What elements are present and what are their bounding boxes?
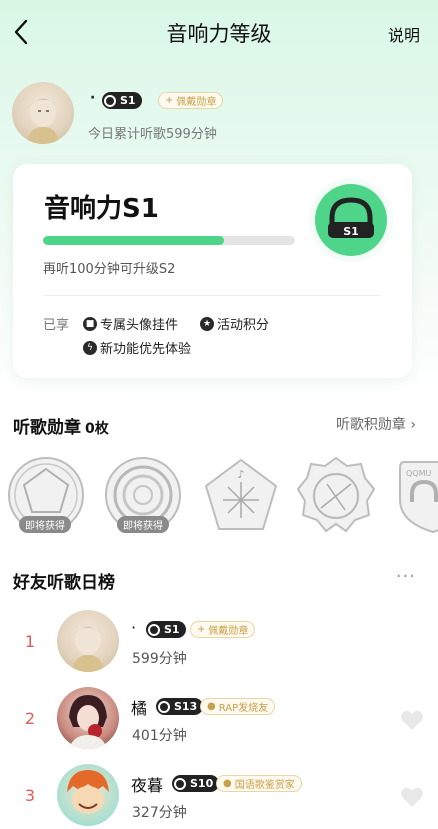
wear-medal-tag[interactable]: + 佩戴勋章 bbox=[190, 621, 256, 638]
friend-name: 橘 bbox=[131, 699, 148, 718]
divider bbox=[43, 295, 381, 296]
avatar[interactable] bbox=[12, 82, 74, 144]
level-badge: S1 bbox=[146, 621, 186, 638]
header: 音响力等级 说明 bbox=[0, 0, 438, 64]
perk-activity-points[interactable]: ★ 活动积分 bbox=[200, 314, 269, 333]
level-emblem: S1 bbox=[309, 178, 393, 262]
perk-avatar-pendant[interactable]: ■ 专属头像挂件 bbox=[83, 314, 178, 333]
more-button[interactable]: ··· bbox=[396, 566, 416, 587]
medal-compass[interactable] bbox=[296, 456, 376, 534]
medal-qqmusic-partial[interactable]: QQMU bbox=[394, 456, 438, 534]
friend-name: · bbox=[131, 618, 137, 637]
avatar[interactable] bbox=[57, 764, 119, 826]
mandarin-medal-tag: ● 国语歌鉴赏家 bbox=[216, 775, 302, 792]
avatar-image bbox=[67, 770, 109, 814]
upgrade-hint: 再听100分钟可升级S2 bbox=[43, 262, 176, 277]
medal-count: 0枚 bbox=[85, 421, 109, 437]
emblem-label: S1 bbox=[343, 225, 359, 238]
rank-number: 2 bbox=[24, 709, 36, 728]
level-title: 音响力S1 bbox=[44, 194, 159, 224]
user-name: · bbox=[90, 90, 96, 106]
level-badge: S10 bbox=[172, 775, 220, 792]
wear-medal-tag[interactable]: + 佩戴勋章 bbox=[158, 92, 224, 109]
friend-name: 夜暮 bbox=[131, 776, 164, 795]
heart-icon[interactable] bbox=[400, 786, 424, 808]
medal-logo-text: QQMU bbox=[406, 469, 431, 478]
help-link[interactable]: 说明 bbox=[388, 22, 420, 46]
friends-rank-title: 好友听歌日榜 bbox=[13, 573, 115, 593]
avatar[interactable] bbox=[57, 687, 119, 749]
level-badge: S1 bbox=[102, 92, 142, 109]
heart-icon[interactable] bbox=[400, 709, 424, 731]
star-icon: ★ bbox=[200, 316, 214, 331]
level-progress-fill bbox=[43, 236, 225, 245]
listen-time: 401分钟 bbox=[132, 728, 187, 744]
rank-number: 3 bbox=[24, 786, 36, 805]
medal-pentagon[interactable]: ♪ bbox=[202, 456, 280, 534]
listen-time: 599分钟 bbox=[132, 651, 187, 667]
user-info: · S1 + 佩戴勋章 今日累计听歌599分钟 bbox=[12, 82, 432, 146]
perk-early-access[interactable]: ϟ 新功能优先体验 bbox=[83, 338, 191, 357]
avatar-image bbox=[69, 695, 107, 749]
rank-row[interactable]: 1 · S1 + 佩戴勋章 599分钟 bbox=[0, 610, 438, 680]
medal-soon-tag: 即将获得 bbox=[117, 516, 169, 533]
level-badge: S13 bbox=[156, 698, 204, 715]
today-listen-time: 今日累计听歌599分钟 bbox=[88, 127, 217, 142]
avatar-image bbox=[71, 625, 105, 672]
listen-time: 327分钟 bbox=[132, 805, 187, 821]
rank-row[interactable]: 3 夜暮 S10 ● 国语歌鉴赏家 327分钟 bbox=[0, 764, 438, 829]
avatar-image bbox=[26, 97, 60, 144]
bolt-icon: ϟ bbox=[83, 340, 97, 355]
perks-label: 已享 bbox=[43, 318, 70, 333]
level-card: 音响力S1 再听100分钟可升级S2 S1 已享 ■ 专属头像挂件 ★ 活动积分 ϟ… bbox=[13, 164, 412, 378]
pendant-icon: ■ bbox=[83, 316, 97, 331]
rank-row[interactable]: 2 橘 S13 ● RAP发烧友 401分钟 bbox=[0, 687, 438, 757]
page-title: 音响力等级 bbox=[166, 22, 272, 46]
rank-number: 1 bbox=[24, 632, 36, 651]
medals-title: 听歌勋章 0枚 bbox=[13, 418, 109, 438]
earn-medals-link[interactable]: 听歌积勋章 › bbox=[336, 414, 416, 434]
svg-text:♪: ♪ bbox=[237, 468, 244, 481]
rap-medal-tag: ● RAP发烧友 bbox=[200, 698, 276, 715]
headphone-icon: S1 bbox=[328, 197, 374, 238]
avatar[interactable] bbox=[57, 610, 119, 672]
level-progress bbox=[43, 236, 295, 245]
medal-soon-tag: 即将获得 bbox=[19, 516, 71, 533]
